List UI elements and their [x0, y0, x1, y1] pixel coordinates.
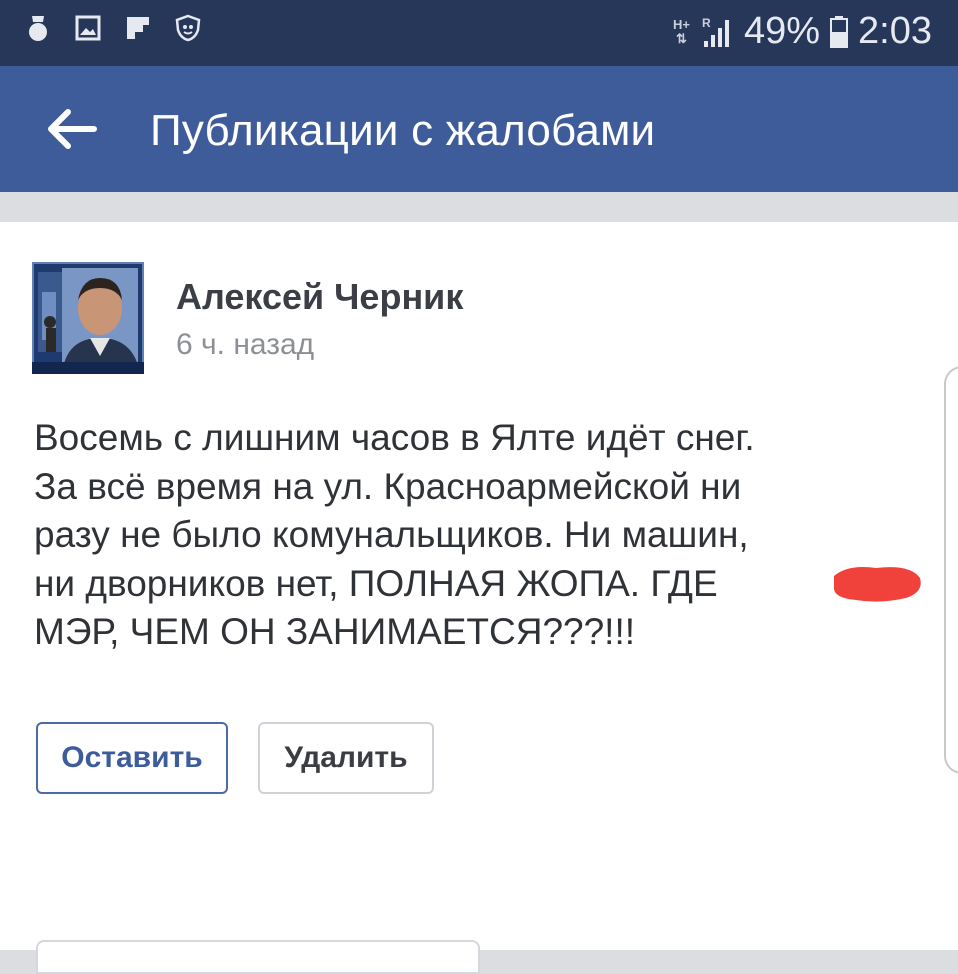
signal-strength-icon: R — [702, 16, 729, 47]
red-scribble-redaction — [833, 567, 921, 602]
post-text-line: ни дворников нет, ПОЛНАЯ ЖОПА. ГДЕ — [34, 562, 718, 604]
network-type-indicator: H+ ⇅ — [672, 16, 690, 46]
bomb-notification-icon — [29, 16, 47, 41]
system-indicators: H+ ⇅ R 49% 2:03 — [673, 10, 932, 53]
avatar-photo — [32, 262, 144, 374]
app-bar: Публикации с жалобами — [0, 66, 958, 192]
post-text-line: Восемь с лишним часов в Ялте идёт снег. — [34, 417, 755, 458]
post-text-line: разу не было комунальщиков. Ни машин, — [34, 514, 749, 555]
next-card-edge — [36, 940, 480, 974]
keep-post-button[interactable]: Оставить — [36, 722, 228, 794]
data-arrows-icon: ⇅ — [676, 30, 687, 46]
delete-post-button[interactable]: Удалить — [258, 722, 434, 794]
arrow-left-icon[interactable] — [44, 106, 100, 152]
battery-icon — [830, 15, 849, 48]
post-text-line: За всё время на ул. Красноармейской ни — [34, 465, 742, 507]
post-timestamp[interactable]: 6 ч. назад — [176, 328, 314, 362]
gallery-notification-icon — [75, 15, 101, 41]
antivirus-shield-icon — [175, 14, 201, 42]
edge-panel-handle[interactable] — [944, 366, 958, 774]
flipboard-icon — [127, 17, 149, 39]
post-text: Восемь с лишним часов в Ялте идёт снег. … — [34, 414, 914, 657]
author-name[interactable]: Алексей Черник — [176, 276, 463, 318]
roaming-label: R — [702, 16, 711, 30]
battery-percent: 49% — [743, 10, 821, 52]
page-title: Публикации с жалобами — [150, 106, 656, 155]
reported-post-card: Алексей Черник 6 ч. назад Восемь с лишни… — [0, 222, 958, 950]
post-text-line: МЭР, ЧЕМ ОН ЗАНИМАЕТСЯ???!!! — [34, 611, 636, 652]
clock: 2:03 — [858, 10, 932, 52]
notification-icons — [24, 14, 202, 42]
status-bar: H+ ⇅ R 49% 2:03 — [0, 0, 958, 66]
avatar[interactable] — [32, 262, 144, 374]
